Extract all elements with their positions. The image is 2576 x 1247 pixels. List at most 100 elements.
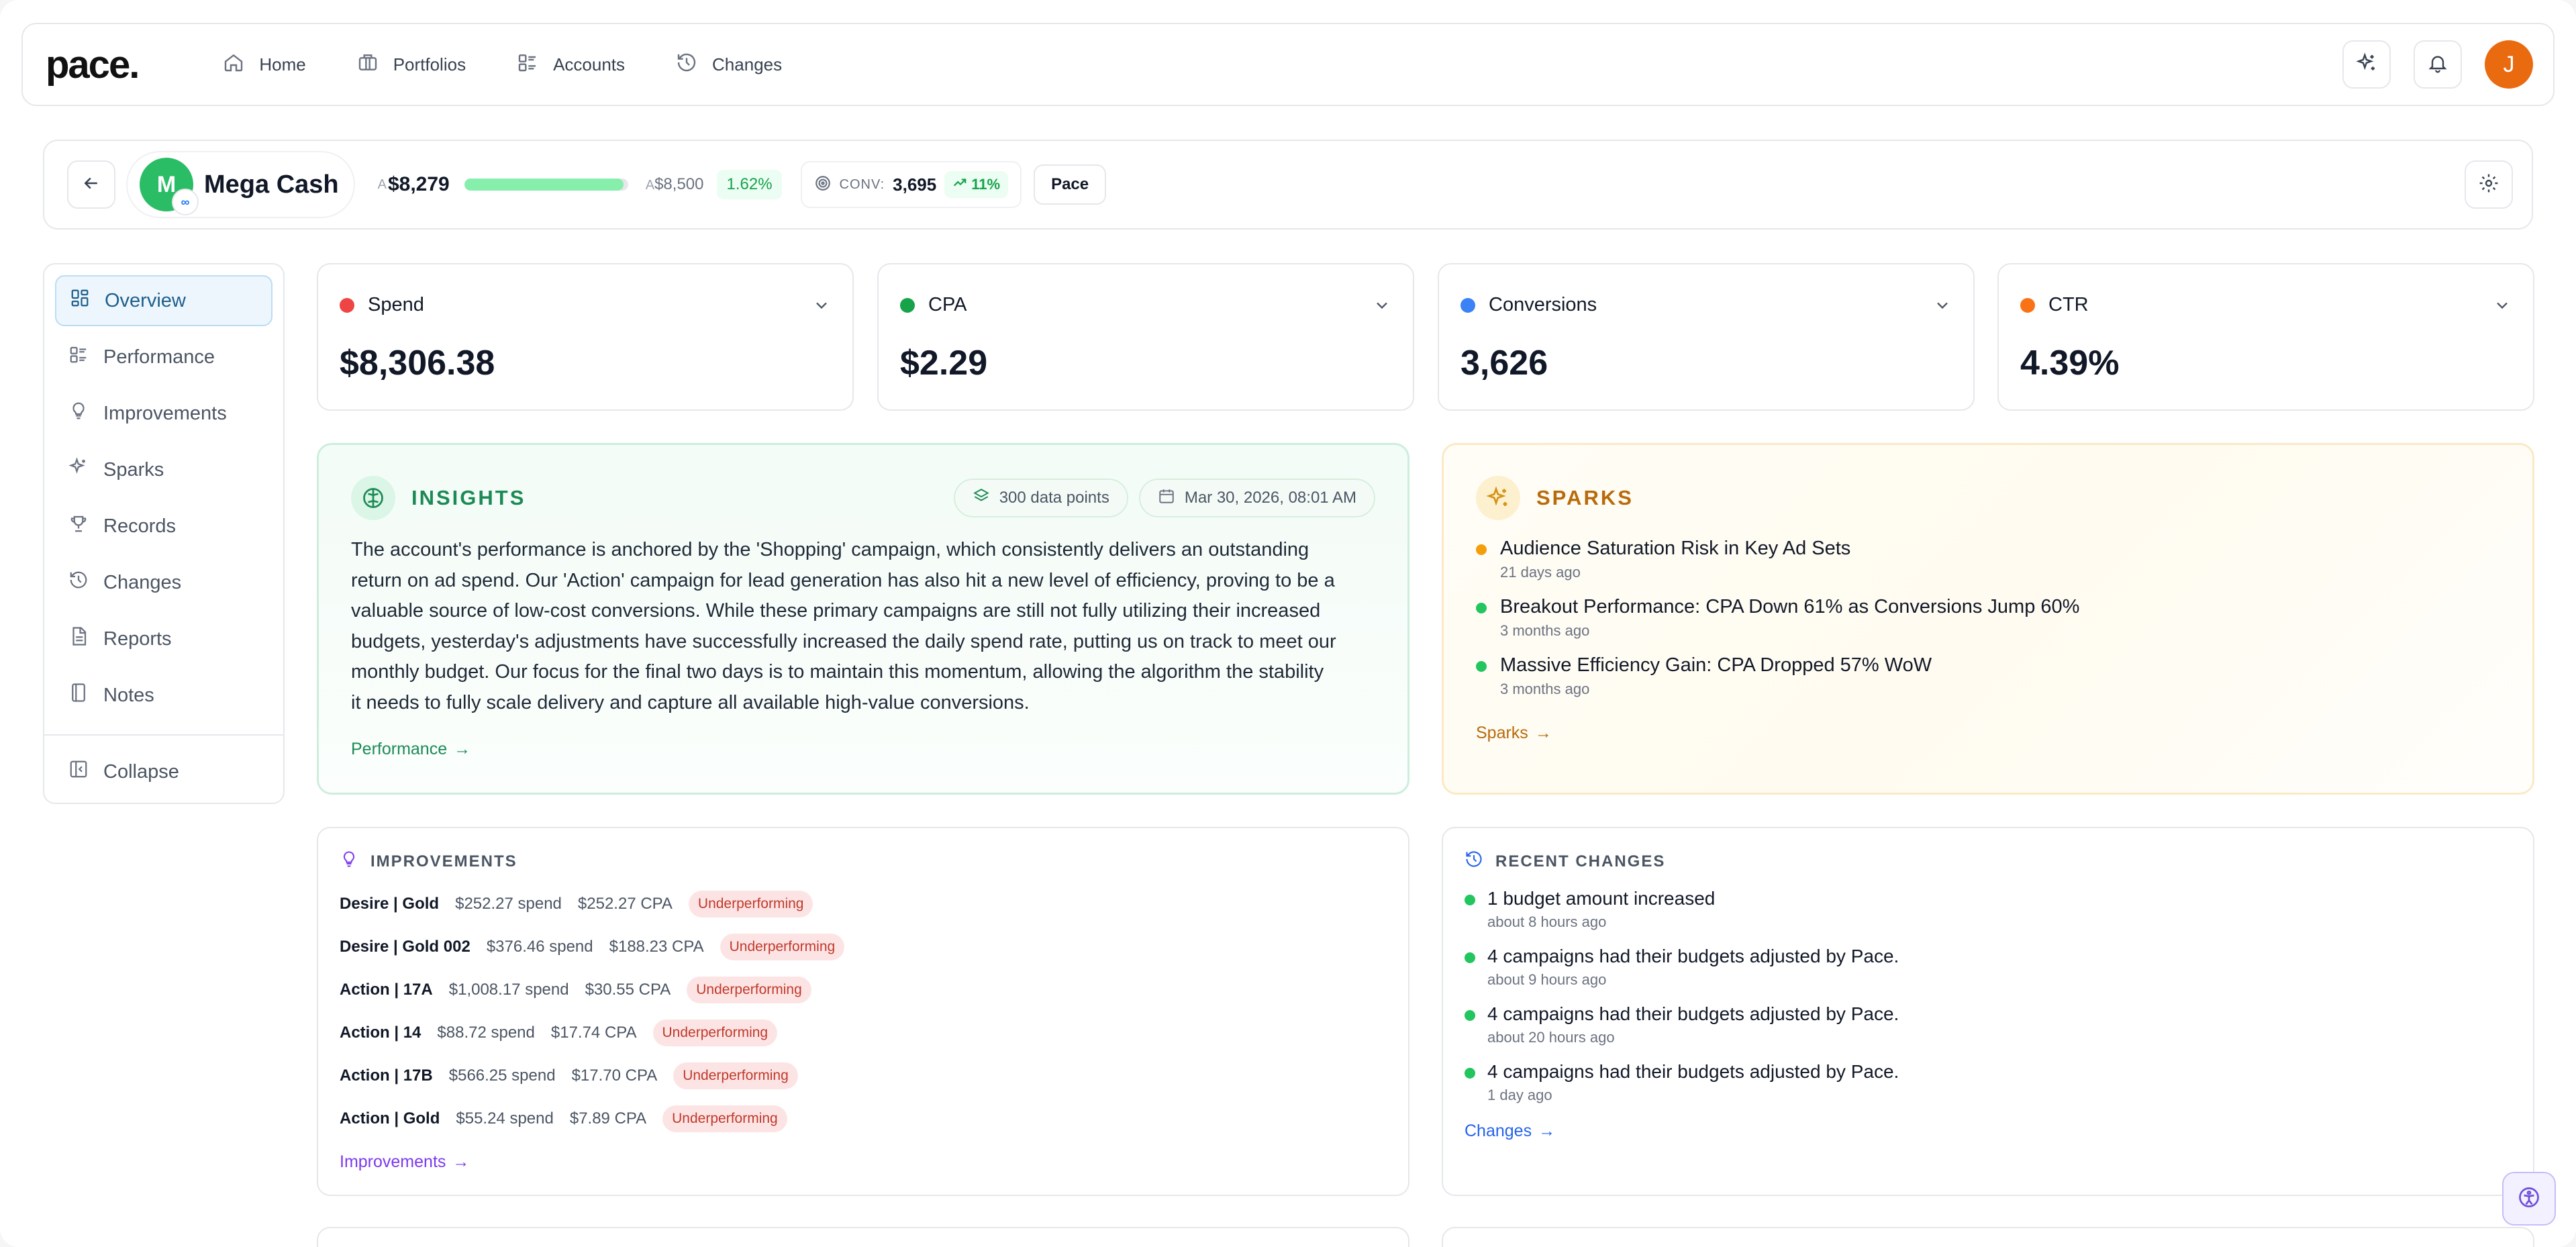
- status-dot: [1465, 952, 1475, 963]
- performance-link[interactable]: Performance →: [351, 740, 1375, 759]
- change-item[interactable]: 4 campaigns had their budgets adjusted b…: [1465, 1003, 2512, 1046]
- improvements-card: IMPROVEMENTS Desire | Gold $252.27 spend $…: [317, 827, 1409, 1196]
- user-avatar[interactable]: J: [2485, 40, 2533, 89]
- sidebar-item-notes[interactable]: Notes: [55, 670, 273, 721]
- insights-line: monthly budget. Our focus for the final …: [351, 661, 1324, 683]
- insights-text: The account's performance is anchored by…: [351, 535, 1375, 718]
- recent-changes-title: RECENT CHANGES: [1495, 852, 1666, 870]
- kpi-card-spend[interactable]: Spend $8,306.38: [317, 263, 854, 411]
- nav-home-label: Home: [259, 54, 306, 74]
- nav-accounts[interactable]: Accounts: [499, 40, 642, 89]
- nav-changes[interactable]: Changes: [658, 40, 799, 89]
- performance-icon: [68, 344, 89, 370]
- sidebar-item-improvements[interactable]: Improvements: [55, 388, 273, 439]
- account-budget: A$8,500: [646, 175, 704, 194]
- sidebar-item-records[interactable]: Records: [55, 501, 273, 552]
- collapse-icon: [68, 759, 89, 785]
- kpi-label: CTR: [2048, 294, 2089, 315]
- nav-changes-label: Changes: [712, 54, 783, 74]
- change-item[interactable]: 4 campaigns had their budgets adjusted b…: [1465, 1061, 2512, 1104]
- sparks-title: SPARKS: [1536, 486, 1634, 509]
- pace-logo[interactable]: pace.: [46, 42, 140, 87]
- campaign-spend: $55.24 spend: [456, 1109, 554, 1128]
- status-badge: Underperforming: [720, 934, 845, 960]
- sidebar: Overview Performance Improvements Sparks…: [43, 263, 285, 804]
- campaign-spend: $1,008.17 spend: [448, 981, 569, 999]
- account-header: M ∞ Mega Cash A $8,279 A$8,500 1.62% CON…: [43, 140, 2533, 230]
- spark-item[interactable]: Audience Saturation Risk in Key Ad Sets 2…: [1476, 538, 2500, 581]
- sparkle-icon: [68, 457, 89, 483]
- target-icon: [814, 174, 832, 195]
- improvement-row[interactable]: Action | Gold $55.24 spend $7.89 CPA Underp…: [340, 1097, 1387, 1140]
- spark-title: Breakout Performance: CPA Down 61% as Co…: [1500, 596, 2080, 617]
- sidebar-collapse-button[interactable]: Collapse: [55, 746, 273, 797]
- campaign-cpa: $17.70 CPA: [571, 1066, 658, 1085]
- account-avatar-initial: M: [156, 171, 177, 197]
- nav-home[interactable]: Home: [205, 40, 323, 89]
- kpi-card-ctr[interactable]: CTR 4.39%: [1997, 263, 2534, 411]
- overview-icon: [70, 288, 90, 313]
- campaign-name: Desire | Gold: [340, 895, 440, 913]
- kpi-card-cpa[interactable]: CPA $2.29: [877, 263, 1414, 411]
- sidebar-item-changes[interactable]: Changes: [55, 557, 273, 608]
- next-card-left: [317, 1227, 1409, 1247]
- chevron-down-icon[interactable]: [1933, 296, 1952, 315]
- history-icon: [1465, 850, 1483, 873]
- recent-changes-card: RECENT CHANGES 1 budget amount increased…: [1442, 827, 2534, 1196]
- notifications-button[interactable]: [2414, 40, 2462, 89]
- sparkle-button[interactable]: [2342, 40, 2391, 89]
- improvement-row[interactable]: Action | 17B $566.25 spend $17.70 CPA Under…: [340, 1054, 1387, 1097]
- sidebar-item-sparks[interactable]: Sparks: [55, 444, 273, 495]
- campaign-spend: $566.25 spend: [448, 1066, 556, 1085]
- bell-icon: [2427, 52, 2448, 77]
- campaign-spend: $376.46 spend: [486, 938, 593, 956]
- improvement-row[interactable]: Desire | Gold 002 $376.46 spend $188.23 CP…: [340, 926, 1387, 968]
- next-card-right: [1442, 1227, 2534, 1247]
- account-selector[interactable]: M ∞ Mega Cash: [126, 151, 355, 218]
- spark-time: 21 days ago: [1500, 564, 1581, 581]
- kpi-label: CPA: [928, 294, 967, 315]
- accessibility-icon: [2517, 1185, 2541, 1213]
- sidebar-item-performance[interactable]: Performance: [55, 332, 273, 383]
- kpi-value: $2.29: [900, 344, 988, 383]
- kpi-card-conversions[interactable]: Conversions 3,626: [1438, 263, 1975, 411]
- chevron-down-icon[interactable]: [2493, 296, 2512, 315]
- chevron-down-icon[interactable]: [812, 296, 831, 315]
- improvements-link[interactable]: Improvements →: [340, 1152, 1387, 1172]
- sidebar-item-label: Improvements: [103, 402, 227, 424]
- insights-title: INSIGHTS: [411, 486, 526, 509]
- performance-link-label: Performance: [351, 740, 448, 758]
- improvement-row[interactable]: Desire | Gold $252.27 spend $252.27 CPA Und…: [340, 883, 1387, 926]
- improvement-row[interactable]: Action | 14 $88.72 spend $17.74 CPA Underpe…: [340, 1011, 1387, 1054]
- spark-item[interactable]: Breakout Performance: CPA Down 61% as Co…: [1476, 596, 2500, 640]
- spark-item[interactable]: Massive Efficiency Gain: CPA Dropped 57%…: [1476, 654, 2500, 698]
- change-time: about 8 hours ago: [1487, 913, 1607, 930]
- settings-button[interactable]: [2465, 160, 2513, 209]
- status-dot: [1476, 661, 1487, 672]
- sidebar-divider: [44, 734, 283, 736]
- change-item[interactable]: 4 campaigns had their budgets adjusted b…: [1465, 946, 2512, 989]
- main-nav: Home Portfolios Accounts Changes: [205, 40, 799, 89]
- data-points-text: 300 data points: [999, 489, 1109, 507]
- arrow-right-icon: →: [1534, 724, 1552, 742]
- gear-icon: [2478, 172, 2499, 197]
- change-item[interactable]: 1 budget amount increased about 8 hours a…: [1465, 888, 2512, 931]
- back-button[interactable]: [67, 160, 115, 209]
- account-spend: $8,279: [387, 173, 450, 195]
- chevron-down-icon[interactable]: [1373, 296, 1391, 315]
- lightbulb-icon: [68, 401, 89, 426]
- status-badge: Underperforming: [687, 977, 811, 1003]
- sparks-link[interactable]: Sparks →: [1476, 724, 2500, 743]
- nav-portfolios[interactable]: Portfolios: [340, 40, 483, 89]
- status-dot: [1476, 544, 1487, 555]
- accessibility-button[interactable]: [2502, 1172, 2556, 1226]
- campaign-cpa: $7.89 CPA: [569, 1109, 647, 1128]
- changes-link[interactable]: Changes →: [1465, 1121, 2512, 1141]
- campaign-cpa: $188.23 CPA: [609, 938, 704, 956]
- sidebar-item-reports[interactable]: Reports: [55, 613, 273, 664]
- improvement-row[interactable]: Action | 17A $1,008.17 spend $30.55 CPA Und…: [340, 968, 1387, 1011]
- sparks-link-label: Sparks: [1476, 724, 1528, 742]
- sidebar-item-overview[interactable]: Overview: [55, 275, 273, 326]
- kpi-color-dot: [340, 297, 354, 313]
- pace-button[interactable]: Pace: [1034, 164, 1107, 205]
